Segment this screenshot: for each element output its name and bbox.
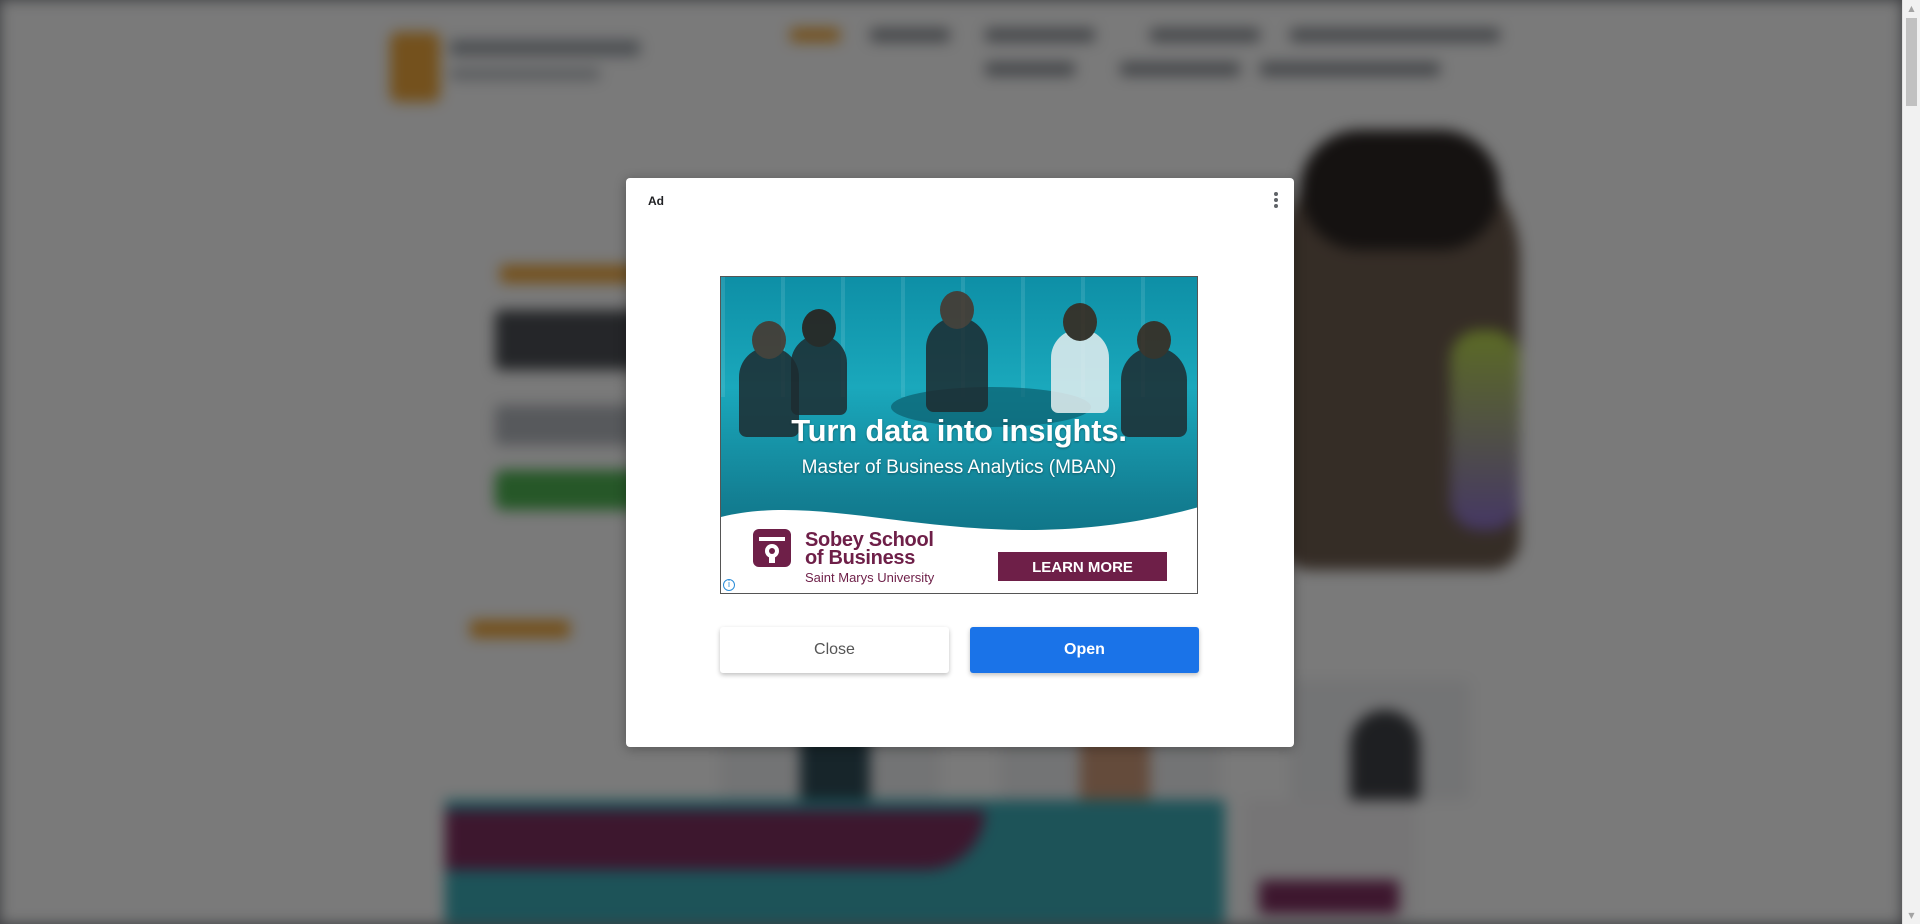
close-button[interactable]: Close: [720, 627, 949, 673]
ad-headline: Turn data into insights.: [791, 413, 1127, 448]
ad-subhead: Master of Business Analytics (MBAN): [801, 457, 1117, 478]
open-button[interactable]: Open: [970, 627, 1199, 673]
learn-more-button[interactable]: LEARN MORE: [997, 551, 1168, 582]
info-icon[interactable]: i: [723, 579, 735, 591]
ad-label: Ad: [648, 194, 664, 208]
vertical-scrollbar[interactable]: ▲ ▼: [1902, 0, 1920, 924]
more-vert-icon[interactable]: [1272, 192, 1280, 210]
school-name: Sobey School of Business: [805, 530, 934, 569]
scroll-up-arrow-icon[interactable]: ▲: [1903, 0, 1920, 17]
ad-creative[interactable]: Turn data into insights. Master of Busin…: [720, 276, 1198, 594]
school-name-line2: of Business: [805, 547, 916, 569]
scrollbar-thumb[interactable]: [1906, 18, 1917, 106]
university-name: Saint Marys University: [805, 570, 935, 585]
sobey-crest-logo: [753, 529, 791, 567]
ad-dialog: Ad Turn data into insights. Master of Bu…: [626, 178, 1294, 747]
scroll-down-arrow-icon[interactable]: ▼: [1903, 907, 1920, 924]
